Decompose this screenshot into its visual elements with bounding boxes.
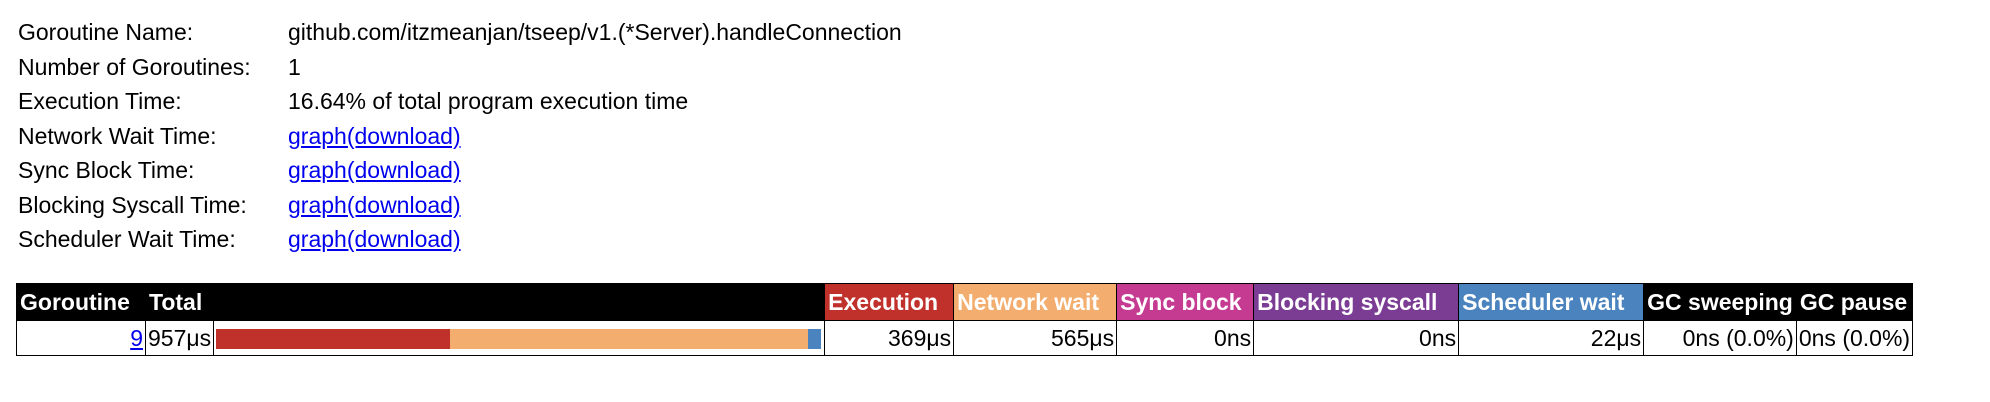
execution-cell: 369μs — [824, 320, 955, 356]
network-wait-cell: 565μs — [953, 320, 1118, 356]
goroutine-count-value: 1 — [288, 53, 301, 80]
header-gc-sweeping[interactable]: GC sweeping — [1643, 283, 1797, 321]
execution-time-value: 16.64% of total program execution time — [288, 88, 689, 114]
header-goroutine[interactable]: Goroutine — [16, 283, 146, 321]
summary-row-name: Goroutine Name: github.com/itzmeanjan/ts… — [18, 15, 902, 50]
blocking-syscall-graph-link[interactable]: graph(download) — [288, 192, 461, 218]
scheduler-wait-cell: 22μs — [1458, 320, 1645, 356]
header-scheduler-wait[interactable]: Scheduler wait — [1458, 283, 1645, 321]
bar-segment-scheduler-wait — [807, 329, 822, 349]
network-wait-graph-link[interactable]: graph(download) — [288, 123, 461, 149]
header-gc-pause[interactable]: GC pause — [1795, 283, 1914, 321]
header-blocking-syscall[interactable]: Blocking syscall — [1253, 283, 1460, 321]
gc-pause-cell: 0ns (0.0%) — [1795, 320, 1914, 356]
scheduler-wait-graph-link[interactable]: graph(download) — [288, 226, 461, 252]
summary-row-network: Network Wait Time: graph(download) — [18, 119, 902, 154]
time-breakdown-bar — [216, 329, 822, 349]
sync-block-cell: 0ns — [1116, 320, 1255, 356]
goroutine-stats-table: Goroutine Total Execution Network wait S… — [16, 283, 1914, 356]
total-time-cell: 957μs — [144, 320, 215, 356]
summary-row-count: Number of Goroutines: 1 — [18, 50, 902, 85]
execution-time-label: Execution Time: — [18, 88, 182, 114]
stats-header-row: Goroutine Total Execution Network wait S… — [16, 283, 1914, 321]
time-breakdown-bar-cell — [213, 320, 826, 356]
summary-row-sync: Sync Block Time: graph(download) — [18, 153, 902, 188]
sync-block-label: Sync Block Time: — [18, 157, 195, 183]
header-total[interactable]: Total — [144, 283, 826, 321]
goroutine-summary: Goroutine Name: github.com/itzmeanjan/ts… — [18, 15, 902, 257]
summary-row-execution: Execution Time: 16.64% of total program … — [18, 84, 902, 119]
bar-segment-execution — [216, 329, 450, 349]
header-execution[interactable]: Execution — [824, 283, 955, 321]
summary-row-syscall: Blocking Syscall Time: graph(download) — [18, 188, 902, 223]
goroutine-name-label: Goroutine Name: — [18, 19, 194, 45]
summary-row-scheduler: Scheduler Wait Time: graph(download) — [18, 222, 902, 257]
goroutine-id-link[interactable]: 9 — [130, 325, 143, 351]
blocking-syscall-cell: 0ns — [1253, 320, 1460, 356]
header-network-wait[interactable]: Network wait — [953, 283, 1118, 321]
table-row: 9 957μs 369μs 565μs 0ns 0ns 22μs 0ns (0.… — [16, 320, 1914, 356]
blocking-syscall-label: Blocking Syscall Time: — [18, 191, 247, 218]
sync-block-graph-link[interactable]: graph(download) — [288, 157, 461, 183]
gc-sweeping-cell: 0ns (0.0%) — [1643, 320, 1797, 356]
goroutine-name-value: github.com/itzmeanjan/tseep/v1.(*Server)… — [288, 19, 902, 45]
bar-segment-network-wait — [449, 329, 808, 349]
scheduler-wait-label: Scheduler Wait Time: — [18, 226, 236, 252]
header-sync-block[interactable]: Sync block — [1116, 283, 1255, 321]
goroutine-count-label: Number of Goroutines: — [18, 53, 251, 80]
network-wait-label: Network Wait Time: — [18, 122, 217, 149]
